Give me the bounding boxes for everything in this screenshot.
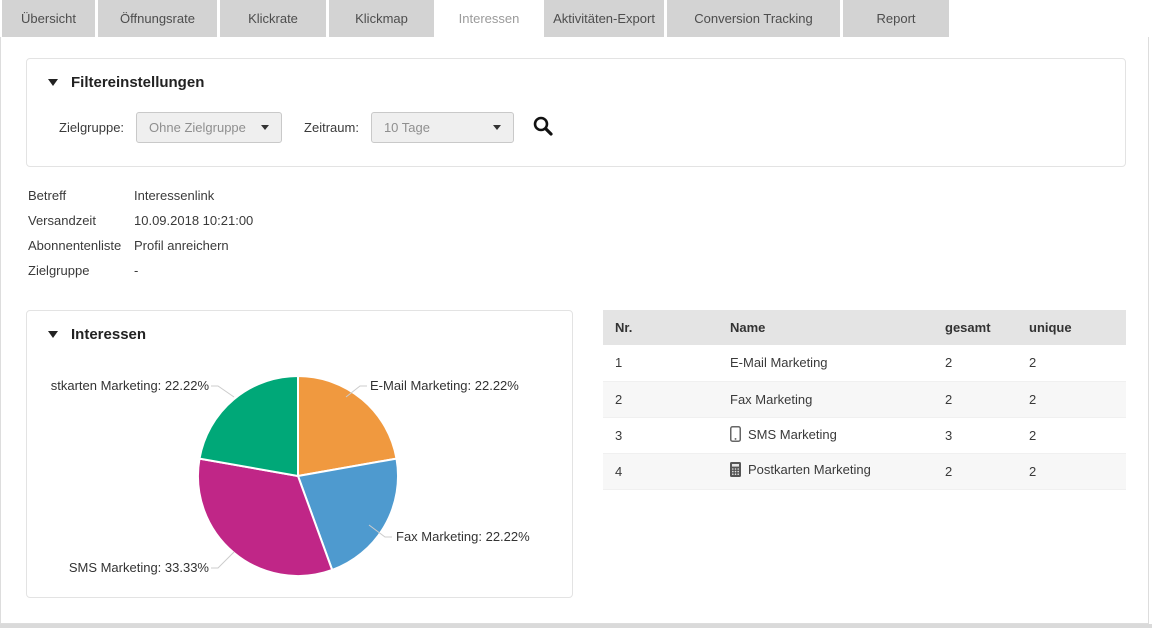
zielgruppe-dropdown[interactable]: Ohne Zielgruppe — [136, 112, 282, 143]
interests-chart-panel: Interessen stkarten Marketing: 22.22% E-… — [26, 310, 573, 598]
message-info: Betreff Interessenlink Versandzeit 10.09… — [28, 183, 253, 283]
tab-uebersicht[interactable]: Übersicht — [2, 0, 95, 37]
tab-klickrate[interactable]: Klickrate — [220, 0, 326, 37]
header-name: Name — [718, 310, 933, 345]
header-unique: unique — [1017, 310, 1126, 345]
meta-row-zielgruppe: Zielgruppe - — [28, 258, 253, 283]
meta-label: Abonnentenliste — [28, 238, 134, 253]
pie-label-postkarten: stkarten Marketing: 22.22% — [51, 378, 210, 393]
meta-row-betreff: Betreff Interessenlink — [28, 183, 253, 208]
meta-value: 10.09.2018 10:21:00 — [134, 213, 253, 228]
row-gesamt: 3 — [933, 417, 1017, 453]
pie-slice-postkarten[interactable] — [200, 376, 299, 476]
analytics-page: Übersicht Öffnungsrate Klickrate Klickma… — [0, 0, 1152, 628]
row-name: SMS Marketing — [718, 417, 933, 453]
row-nr: 4 — [603, 453, 718, 489]
content-area: Filtereinstellungen Zielgruppe: Ohne Zie… — [0, 37, 1149, 624]
meta-label: Zielgruppe — [28, 263, 134, 278]
table-header-row: Nr. Name gesamt unique — [603, 310, 1126, 345]
meta-label: Versandzeit — [28, 213, 134, 228]
row-nr: 2 — [603, 381, 718, 417]
callout-line-sms — [211, 552, 234, 568]
row-name-text: E-Mail Marketing — [730, 355, 828, 370]
meta-row-versandzeit: Versandzeit 10.09.2018 10:21:00 — [28, 208, 253, 233]
filter-settings-toggle[interactable]: Filtereinstellungen — [48, 74, 204, 91]
table-row: 1 E-Mail Marketing 22 — [603, 345, 1126, 381]
tab-bar: Übersicht Öffnungsrate Klickrate Klickma… — [2, 0, 949, 37]
collapse-triangle-icon — [48, 331, 58, 338]
filter-settings-panel: Filtereinstellungen Zielgruppe: Ohne Zie… — [26, 58, 1126, 167]
tab-klickmap[interactable]: Klickmap — [329, 0, 434, 37]
row-name-text: Fax Marketing — [730, 392, 812, 407]
table-row: 3SMS Marketing32 — [603, 417, 1126, 453]
table-row: 4 Postkarten Marketing 22 — [603, 453, 1126, 489]
row-unique: 2 — [1017, 381, 1126, 417]
tab-interessen[interactable]: Interessen — [437, 0, 541, 37]
meta-value: Interessenlink — [134, 188, 214, 203]
interests-title: Interessen — [71, 326, 146, 343]
filter-settings-title: Filtereinstellungen — [71, 74, 204, 91]
meta-label: Betreff — [28, 188, 134, 203]
chevron-down-icon — [261, 125, 269, 130]
row-gesamt: 2 — [933, 453, 1017, 489]
row-nr: 1 — [603, 345, 718, 381]
row-gesamt: 2 — [933, 345, 1017, 381]
row-gesamt: 2 — [933, 381, 1017, 417]
pie-label-fax: Fax Marketing: 22.22% — [396, 529, 530, 544]
interests-table: Nr. Name gesamt unique 1 E-Mail Marketing… — [603, 310, 1126, 490]
interests-table-body: 1E-Mail Marketing222Fax Marketing223SMS … — [603, 345, 1126, 489]
magnifier-icon — [532, 115, 554, 140]
interests-pie-chart: stkarten Marketing: 22.22% E-Mail Market… — [27, 351, 572, 597]
zielgruppe-selected-value: Ohne Zielgruppe — [149, 120, 246, 135]
row-name: Postkarten Marketing — [718, 453, 933, 489]
meta-value: Profil anreichern — [134, 238, 229, 253]
meta-row-abonnentenliste: Abonnentenliste Profil anreichern — [28, 233, 253, 258]
search-button[interactable] — [532, 115, 554, 140]
zeitraum-dropdown[interactable]: 10 Tage — [371, 112, 514, 143]
page-bottom-strip — [0, 624, 1152, 628]
interests-toggle[interactable]: Interessen — [48, 326, 146, 343]
zeitraum-selected-value: 10 Tage — [384, 120, 430, 135]
row-unique: 2 — [1017, 453, 1126, 489]
mobile-phone-icon — [730, 426, 741, 445]
tab-aktivitaeten-export[interactable]: Aktivitäten-Export — [544, 0, 664, 37]
row-name-text: SMS Marketing — [748, 427, 837, 442]
pie-label-sms: SMS Marketing: 33.33% — [69, 560, 210, 575]
row-unique: 2 — [1017, 417, 1126, 453]
row-name: E-Mail Marketing — [718, 345, 933, 381]
zielgruppe-label: Zielgruppe: — [59, 120, 124, 135]
tab-conversion-tracking[interactable]: Conversion Tracking — [667, 0, 840, 37]
calculator-icon — [730, 462, 741, 480]
row-nr: 3 — [603, 417, 718, 453]
row-name-text: Postkarten Marketing — [748, 462, 871, 477]
row-unique: 2 — [1017, 345, 1126, 381]
tab-report[interactable]: Report — [843, 0, 949, 37]
header-gesamt: gesamt — [933, 310, 1017, 345]
zeitraum-label: Zeitraum: — [304, 120, 359, 135]
header-nr: Nr. — [603, 310, 718, 345]
meta-value: - — [134, 263, 138, 278]
callout-line-postkarten — [211, 386, 234, 397]
pie-label-email: E-Mail Marketing: 22.22% — [370, 378, 519, 393]
filter-controls: Zielgruppe: Ohne Zielgruppe Zeitraum: 10… — [59, 112, 554, 143]
row-name: Fax Marketing — [718, 381, 933, 417]
chevron-down-icon — [493, 125, 501, 130]
collapse-triangle-icon — [48, 79, 58, 86]
table-row: 2Fax Marketing22 — [603, 381, 1126, 417]
tab-oeffnungsrate[interactable]: Öffnungsrate — [98, 0, 217, 37]
